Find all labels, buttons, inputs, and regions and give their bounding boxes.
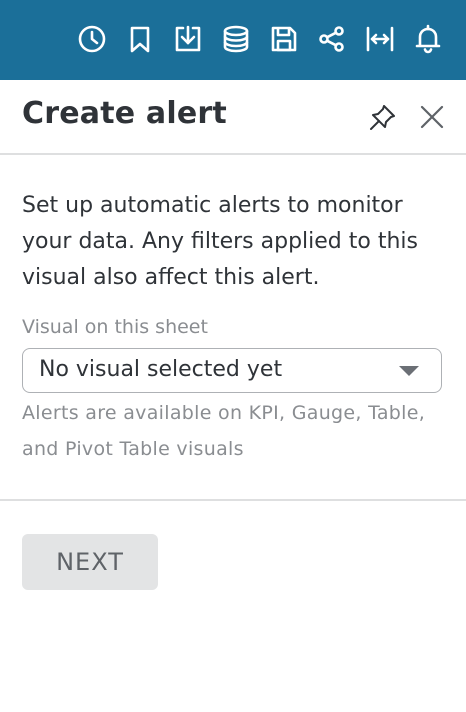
visual-select-value: No visual selected yet	[39, 357, 283, 382]
fit-width-icon[interactable]	[364, 23, 396, 55]
clock-icon[interactable]	[76, 23, 108, 55]
download-icon[interactable]	[172, 23, 204, 55]
visual-help-text: Alerts are available on KPI, Gauge, Tabl…	[22, 402, 426, 460]
top-toolbar	[0, 0, 466, 80]
header-divider	[0, 153, 466, 155]
bookmark-icon[interactable]	[124, 23, 156, 55]
share-icon[interactable]	[316, 23, 348, 55]
panel-title: Create alert	[22, 96, 227, 131]
bell-icon[interactable]	[412, 23, 444, 55]
database-icon[interactable]	[220, 23, 252, 55]
caret-down-icon	[399, 366, 419, 376]
visual-select[interactable]: No visual selected yet	[22, 348, 442, 393]
close-icon[interactable]	[415, 100, 449, 134]
pin-icon[interactable]	[366, 100, 400, 134]
panel-description: Set up automatic alerts to monitor your …	[22, 193, 418, 290]
footer-divider	[0, 499, 466, 501]
visual-field-label: Visual on this sheet	[22, 316, 208, 338]
save-icon[interactable]	[268, 23, 300, 55]
next-button[interactable]: NEXT	[22, 534, 158, 590]
